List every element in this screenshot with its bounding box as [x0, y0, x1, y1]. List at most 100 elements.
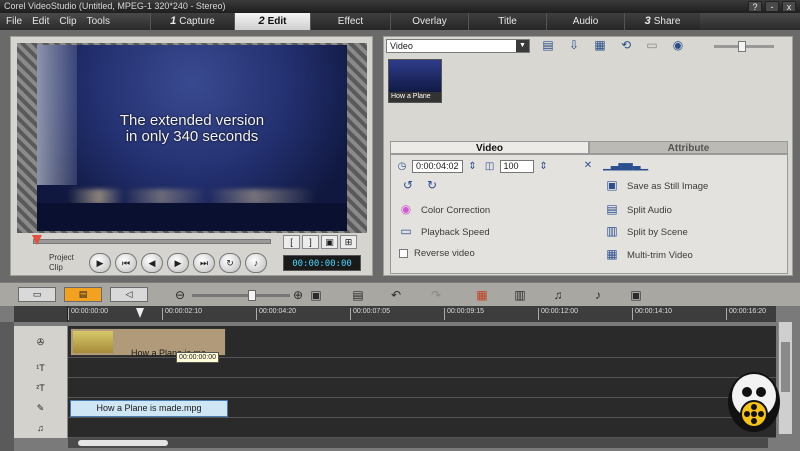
step-edit[interactable]: 2 Edit — [234, 13, 310, 30]
close-button[interactable]: x — [782, 1, 796, 12]
title-1-icon[interactable]: ¹T — [14, 358, 68, 378]
mark-out-button[interactable]: ] — [302, 235, 319, 249]
play-icon[interactable]: ▶ — [89, 253, 111, 273]
thumbnail-zoom-slider[interactable] — [714, 41, 774, 52]
audio-mix-icon[interactable]: ♫ — [548, 288, 568, 302]
menu-edit[interactable]: Edit — [32, 13, 49, 30]
timeline-horizontal-scrollbar[interactable] — [68, 438, 768, 448]
delete-icon[interactable]: ▭ — [642, 38, 662, 53]
title-track-1-lane[interactable] — [68, 358, 776, 378]
music-note-icon[interactable]: ♫ — [14, 418, 68, 438]
stepper-icon[interactable]: ⇕ — [466, 160, 480, 173]
mark-in-button[interactable]: [ — [283, 235, 300, 249]
zoom-in-icon[interactable]: ⊕ — [288, 288, 308, 302]
undo-icon[interactable]: ↶ — [386, 288, 406, 302]
rotate-left-icon[interactable]: ↺ — [399, 179, 417, 193]
folder-icon[interactable]: ▤ — [538, 38, 558, 53]
split-scene-icon: ▥ — [606, 224, 618, 238]
enlarge-icon[interactable]: ⊞ — [340, 235, 357, 249]
snapshot-icon[interactable]: ▣ — [321, 235, 338, 249]
playhead[interactable] — [136, 308, 144, 318]
timeline-left-rail — [0, 322, 14, 451]
step-overlay[interactable]: Overlay — [390, 13, 468, 30]
duration-field[interactable]: 0:00:04:02 — [412, 160, 463, 173]
menu-tools[interactable]: Tools — [87, 13, 110, 30]
title-bar: Corel VideoStudio (Untitled, MPEG-1 320*… — [0, 0, 800, 13]
library-panel: Video ▼ ▤ ⇩ ▦ ⟲ ▭ ◉ How a Plane Video At… — [383, 36, 793, 276]
timeline-ruler[interactable]: 00:00:00:00 00:00:02:10 00:00:04:20 00:0… — [68, 306, 776, 322]
chapter-icon[interactable]: ▣ — [626, 288, 646, 302]
step-share[interactable]: 3 Share — [624, 13, 700, 30]
home-icon[interactable]: ⏮ — [115, 253, 137, 273]
import-icon[interactable]: ⇩ — [564, 38, 584, 53]
timecode-display[interactable]: 00:00:00:00 — [283, 255, 361, 271]
fade-in-icon[interactable]: ▁▃▅ — [603, 159, 626, 172]
split-scene-option[interactable]: ▥ Split by Scene — [603, 224, 687, 239]
volume-field[interactable]: 100 — [499, 160, 534, 173]
reverse-checkbox[interactable] — [399, 249, 408, 258]
mode-project[interactable]: Project — [49, 253, 74, 263]
multi-trim-option[interactable]: ▦ Multi-trim Video — [603, 248, 693, 262]
timeline: 00:00:00:00 00:00:02:10 00:00:04:20 00:0… — [0, 306, 800, 451]
insert-media-icon[interactable]: ▤ — [348, 288, 368, 302]
step-effect[interactable]: Effect — [310, 13, 390, 30]
title-track-2-lane[interactable] — [68, 378, 776, 398]
mascot-logo — [728, 372, 780, 432]
fade-out-icon[interactable]: ▅▃▁ — [625, 159, 648, 172]
title-2-icon[interactable]: ²T — [14, 378, 68, 398]
video-track-lane[interactable]: How a Plane is ma — [68, 326, 776, 358]
step-capture[interactable]: 1 Capture — [150, 13, 234, 30]
preview-scrubber[interactable] — [32, 235, 271, 245]
mode-clip[interactable]: Clip — [49, 263, 74, 273]
save-still-option[interactable]: ▣ Save as Still Image — [603, 179, 708, 193]
split-audio-option[interactable]: ▤ Split Audio — [603, 203, 672, 217]
library-thumbnail[interactable]: How a Plane — [388, 59, 442, 103]
zoom-out-icon[interactable]: ⊖ — [170, 288, 190, 302]
smart-proxy-icon[interactable]: ▦ — [472, 288, 492, 302]
storyboard-view-icon[interactable]: ▭ — [18, 287, 56, 302]
video-preview[interactable]: The extended version in only 340 seconds — [37, 45, 347, 231]
sort-icon[interactable]: ⟲ — [616, 38, 636, 53]
options-icon[interactable]: ◉ — [668, 38, 688, 53]
reverse-video-option[interactable]: Reverse video — [399, 248, 475, 259]
volume-icon[interactable]: ♪ — [245, 253, 267, 273]
menu-clip[interactable]: Clip — [59, 13, 76, 30]
chevron-down-icon[interactable]: ▼ — [516, 40, 529, 52]
zoom-thumb[interactable] — [738, 41, 746, 52]
prev-frame-icon[interactable]: ◀ — [141, 253, 163, 273]
redo-icon[interactable]: ↷ — [426, 288, 446, 302]
help-button[interactable]: ? — [748, 1, 762, 12]
mute-icon[interactable]: ✕ — [581, 159, 595, 172]
microphone-icon[interactable]: ✎ — [14, 398, 68, 418]
next-frame-icon[interactable]: ▶ — [167, 253, 189, 273]
clip-thumbnail — [73, 331, 113, 353]
fit-project-icon[interactable]: ▣ — [306, 288, 326, 302]
volume-stepper-icon[interactable]: ⇕ — [537, 160, 551, 173]
playback-speed-option[interactable]: ▭ Playback Speed — [397, 225, 489, 239]
window-title: Corel VideoStudio (Untitled, MPEG-1 320*… — [4, 1, 226, 11]
timeline-zoom-thumb[interactable] — [248, 290, 256, 301]
music-track-lane[interactable] — [68, 418, 776, 438]
audio-view-icon[interactable]: ◁ — [110, 287, 148, 302]
timeline-view-icon[interactable]: ▤ — [64, 287, 102, 302]
repeat-icon[interactable]: ↻ — [219, 253, 241, 273]
auto-music-icon[interactable]: ♪ — [588, 288, 608, 302]
voice-track-lane[interactable]: How a Plane is made.mpg — [68, 398, 776, 418]
step-audio[interactable]: Audio — [546, 13, 624, 30]
voice-track: ✎ How a Plane is made.mpg — [14, 398, 776, 418]
library-manager-icon[interactable]: ▦ — [590, 38, 610, 53]
step-title[interactable]: Title — [468, 13, 546, 30]
library-dropdown[interactable]: Video ▼ — [386, 39, 530, 53]
film-reel-icon[interactable]: ✇ — [14, 326, 68, 358]
tab-attribute[interactable]: Attribute — [589, 141, 788, 154]
end-icon[interactable]: ⏭ — [193, 253, 215, 273]
scrubber-thumb[interactable] — [32, 235, 42, 245]
menu-file[interactable]: File — [6, 13, 22, 30]
rotate-right-icon[interactable]: ↻ — [423, 179, 441, 193]
audio-clip[interactable]: How a Plane is made.mpg — [70, 400, 228, 417]
timeline-zoom-slider[interactable] — [192, 290, 290, 301]
color-correction-option[interactable]: ◉ Color Correction — [397, 203, 490, 217]
batch-convert-icon[interactable]: ▥ — [510, 288, 530, 302]
tab-video[interactable]: Video — [390, 141, 589, 154]
minimize-button[interactable]: - — [765, 1, 779, 12]
